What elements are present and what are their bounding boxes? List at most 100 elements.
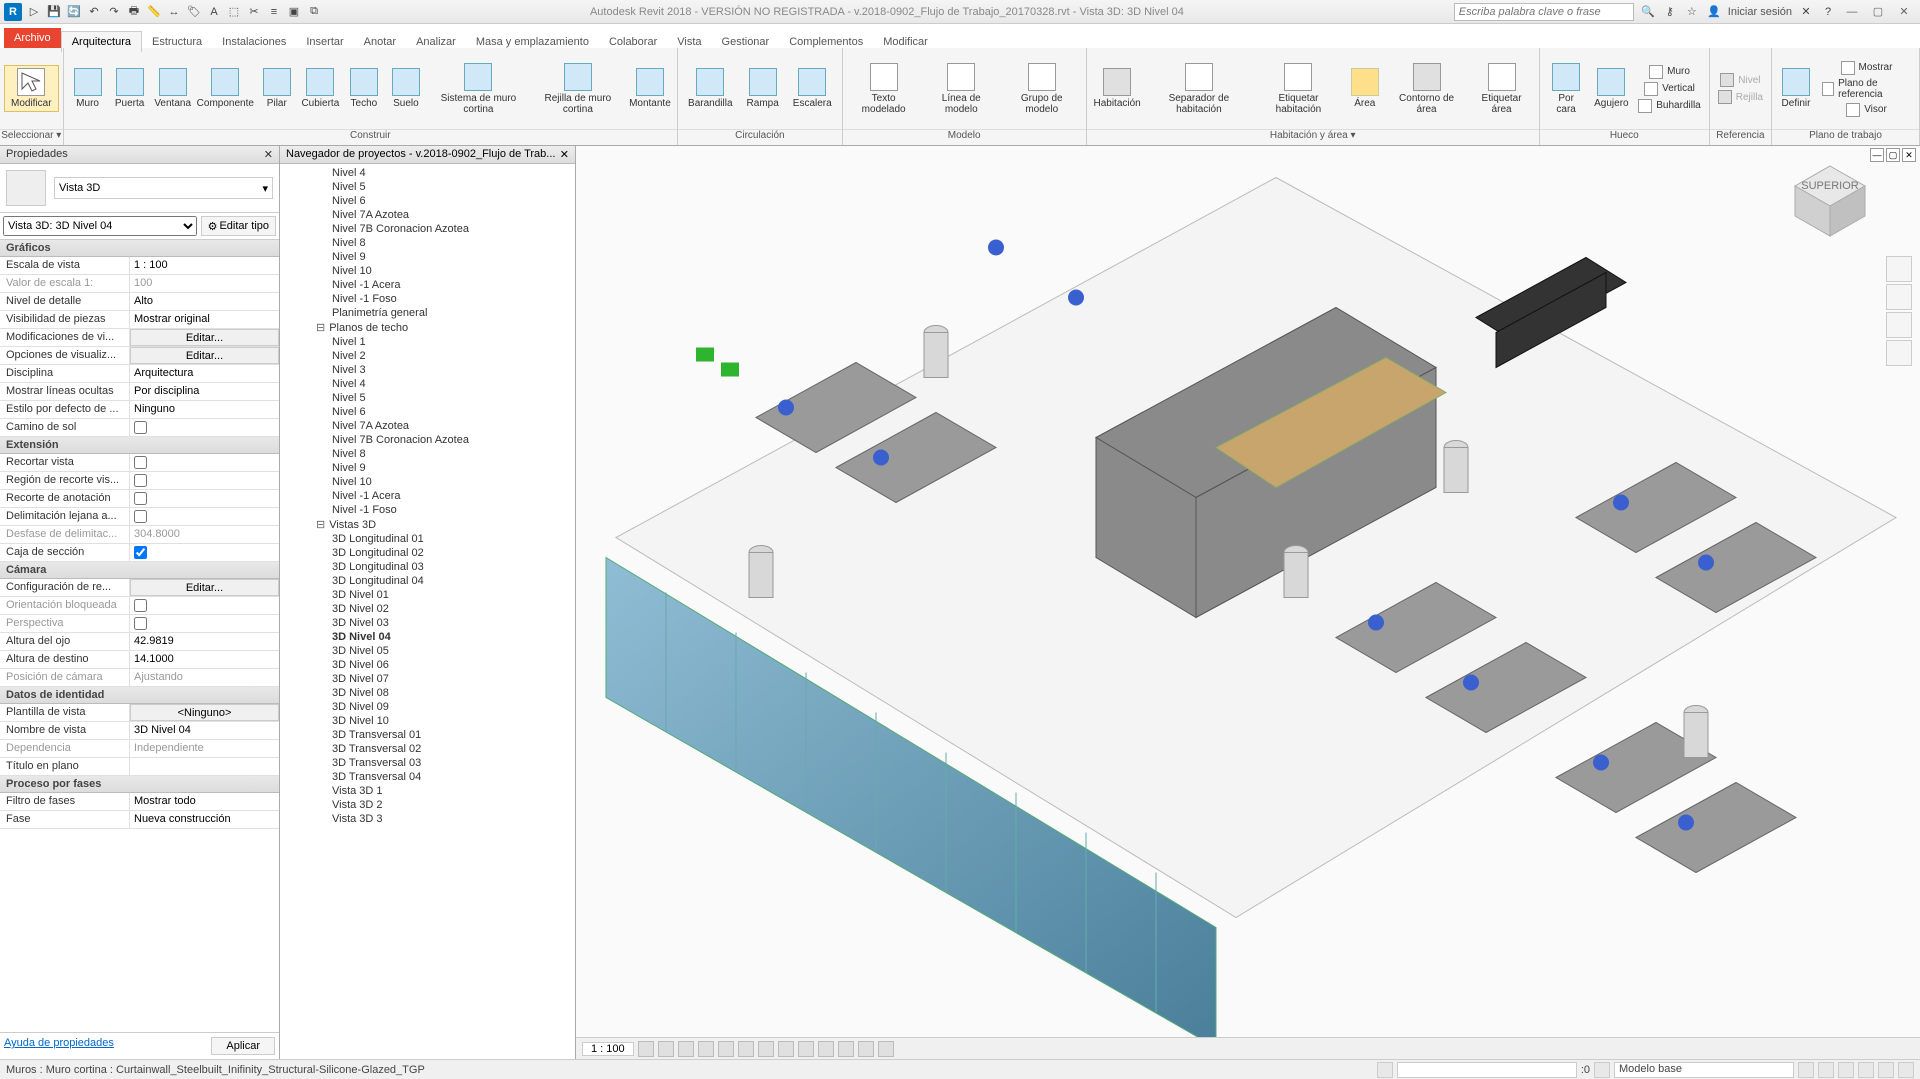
prop-row[interactable]: Nivel de detalleAlto [0,293,279,311]
tree-item[interactable]: Vista 3D 3 [280,812,575,826]
view-close-button[interactable]: ✕ [1902,148,1916,162]
help-icon[interactable]: ? [1820,4,1836,20]
tree-item[interactable]: Nivel 5 [280,391,575,405]
prop-row[interactable]: Nombre de vista3D Nivel 04 [0,722,279,740]
tree-item[interactable]: 3D Nivel 01 [280,588,575,602]
orbit-tool[interactable] [1886,340,1912,366]
edit-type-button[interactable]: ⚙ Editar tipo [201,216,276,236]
thin-lines-icon[interactable]: ≡ [266,4,282,20]
curtain-grid-button[interactable]: Rejilla de muro cortina [531,61,625,117]
shaft-button[interactable]: Agujero [1590,66,1632,111]
tree-item[interactable]: Nivel 7B Coronacion Azotea [280,433,575,447]
tree-item[interactable]: 3D Nivel 07 [280,672,575,686]
prop-row[interactable]: Valor de escala 1:100 [0,275,279,293]
prop-row[interactable]: FaseNueva construcción [0,811,279,829]
tree-item[interactable]: Nivel 2 [280,349,575,363]
prop-row[interactable]: DisciplinaArquitectura [0,365,279,383]
render-icon[interactable] [718,1041,734,1057]
prop-row[interactable]: Recorte de anotación [0,490,279,508]
mullion-button[interactable]: Montante [627,66,673,111]
design-options-combo[interactable]: Modelo base [1614,1062,1794,1078]
restore-button[interactable]: ▢ [1868,4,1888,20]
tree-item[interactable]: 3D Nivel 10 [280,714,575,728]
shadows-icon[interactable] [698,1041,714,1057]
prop-row[interactable]: Recortar vista [0,454,279,472]
set-plane-button[interactable]: Definir [1776,66,1816,111]
tree-item[interactable]: Nivel 10 [280,264,575,278]
roof-button[interactable]: Cubierta [299,66,342,111]
tree-item[interactable]: 3D Nivel 08 [280,686,575,700]
select-links-icon[interactable] [1798,1062,1814,1078]
user-icon[interactable]: 👤 [1706,4,1722,20]
railing-button[interactable]: Barandilla [682,66,738,111]
app-menu-button[interactable]: R [4,3,22,21]
detail-level-icon[interactable] [638,1041,654,1057]
tree-item[interactable]: Nivel -1 Foso [280,503,575,517]
room-sep-button[interactable]: Separador de habitación [1146,61,1253,117]
constraints-icon[interactable] [878,1041,894,1057]
type-selector[interactable]: Vista 3D ▾ [0,164,279,213]
prop-row[interactable]: Filtro de fasesMostrar todo [0,793,279,811]
redo-icon[interactable]: ↷ [106,4,122,20]
prop-row[interactable]: Visibilidad de piezasMostrar original [0,311,279,329]
sync-icon[interactable]: 🔄 [66,4,82,20]
tree-item[interactable]: Nivel -1 Acera [280,489,575,503]
area-boundary-button[interactable]: Contorno de área [1387,61,1467,117]
prop-row[interactable]: Altura del ojo42.9819 [0,633,279,651]
filter-icon[interactable] [1898,1062,1914,1078]
tree-item[interactable]: 3D Transversal 02 [280,742,575,756]
minimize-button[interactable]: — [1842,4,1862,20]
tree-item[interactable]: Vistas 3D [280,517,575,532]
stair-button[interactable]: Escalera [787,66,838,111]
view-scale[interactable]: 1 : 100 [582,1042,634,1056]
text-icon[interactable]: A [206,4,222,20]
prop-row[interactable]: Configuración de re...Editar... [0,579,279,597]
viewcube[interactable]: SUPERIOR [1780,156,1880,246]
tree-item[interactable]: 3D Longitudinal 01 [280,532,575,546]
tree-item[interactable]: 3D Nivel 02 [280,602,575,616]
viewer-button[interactable]: Visor [1818,102,1915,118]
instance-select[interactable]: Vista 3D: 3D Nivel 04 [3,216,197,236]
wall-button[interactable]: Muro [68,66,108,111]
select-pinned-icon[interactable] [1838,1062,1854,1078]
prop-row[interactable]: Caja de sección [0,544,279,562]
tree-item[interactable]: 3D Nivel 03 [280,616,575,630]
save-icon[interactable]: 💾 [46,4,62,20]
prop-row[interactable]: Camino de sol [0,419,279,437]
switch-win-icon[interactable]: ⧉ [306,4,322,20]
properties-help-link[interactable]: Ayuda de propiedades [4,1037,114,1055]
prop-row[interactable]: DependenciaIndependiente [0,740,279,758]
tree-item[interactable]: Nivel 5 [280,180,575,194]
tree-item[interactable]: Nivel 9 [280,250,575,264]
tree-item[interactable]: Nivel 1 [280,335,575,349]
tree-item[interactable]: Nivel 6 [280,405,575,419]
tree-item[interactable]: 3D Longitudinal 02 [280,546,575,560]
panel-select-label[interactable]: Seleccionar ▾ [0,129,63,145]
ramp-button[interactable]: Rampa [741,66,785,111]
pan-tool[interactable] [1886,284,1912,310]
undo-icon[interactable]: ↶ [86,4,102,20]
viewport-3d[interactable]: — ▢ ✕ [576,146,1920,1059]
sub-icon[interactable]: ⚷ [1662,4,1678,20]
editable-only-icon[interactable] [1594,1062,1610,1078]
temp-hide-icon[interactable] [798,1041,814,1057]
tree-item[interactable]: Vista 3D 2 [280,798,575,812]
zoom-tool[interactable] [1886,312,1912,338]
prop-row[interactable]: Perspectiva [0,615,279,633]
panel-room-label[interactable]: Habitación y área ▾ [1087,129,1539,145]
window-button[interactable]: Ventana [152,66,194,111]
tree-item[interactable]: Nivel 8 [280,236,575,250]
login-label[interactable]: Iniciar sesión [1728,6,1792,18]
tree-item[interactable]: 3D Nivel 06 [280,658,575,672]
analytical-icon[interactable] [858,1041,874,1057]
search-input[interactable] [1454,3,1634,21]
file-tab[interactable]: Archivo [4,28,61,48]
model-view[interactable] [576,146,1920,1059]
show-plane-button[interactable]: Mostrar [1818,60,1915,76]
tree-item[interactable]: Nivel 7A Azotea [280,419,575,433]
tree-item[interactable]: 3D Transversal 04 [280,770,575,784]
prop-row[interactable]: Orientación bloqueada [0,597,279,615]
model-line-button[interactable]: Línea de modelo [923,61,1000,117]
tree-item[interactable]: Nivel 7B Coronacion Azotea [280,222,575,236]
curtain-system-button[interactable]: Sistema de muro cortina [428,61,529,117]
